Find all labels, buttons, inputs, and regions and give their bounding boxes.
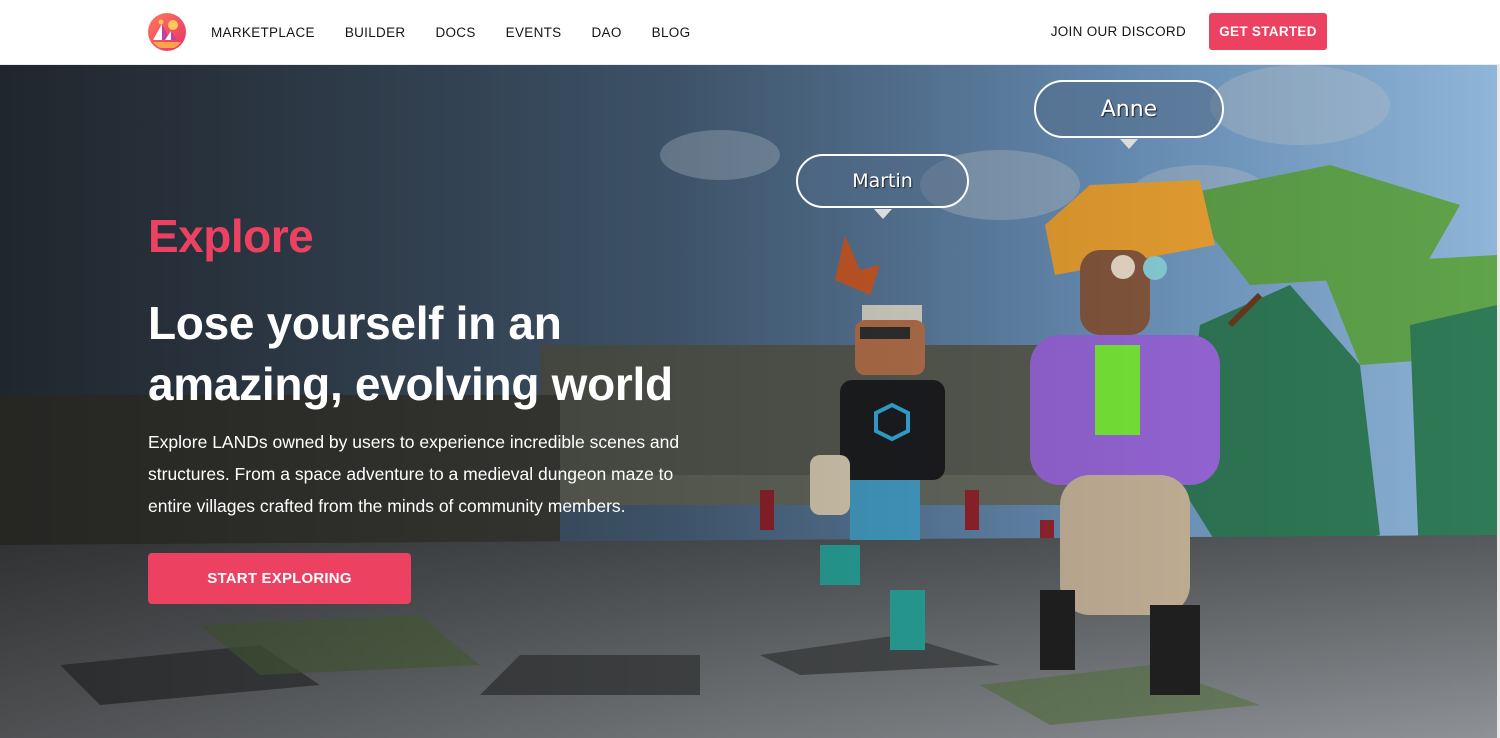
hero-section: Martin Anne Explore Lose yourself in an … xyxy=(0,65,1497,738)
main-nav: MARKETPLACE BUILDER DOCS EVENTS DAO BLOG xyxy=(211,0,720,64)
hero-description: Explore LANDs owned by users to experien… xyxy=(148,432,680,516)
nav-link-events[interactable]: EVENTS xyxy=(506,25,562,40)
start-exploring-button[interactable]: START EXPLORING xyxy=(148,553,411,604)
avatar-name-tag-anne: Anne xyxy=(1034,80,1224,149)
get-started-button[interactable]: GET STARTED xyxy=(1209,12,1327,50)
hero-eyebrow: Explore xyxy=(148,210,314,262)
decentraland-logo-icon[interactable] xyxy=(148,13,186,51)
avatar-name-tag-martin: Martin xyxy=(796,154,969,219)
nav-link-builder[interactable]: BUILDER xyxy=(345,25,406,40)
top-navbar: MARKETPLACE BUILDER DOCS EVENTS DAO BLOG… xyxy=(0,0,1500,65)
nav-actions: JOIN OUR DISCORD GET STARTED xyxy=(1051,12,1327,50)
join-discord-link[interactable]: JOIN OUR DISCORD xyxy=(1051,24,1186,39)
nav-link-dao[interactable]: DAO xyxy=(592,25,622,40)
nav-link-blog[interactable]: BLOG xyxy=(652,25,691,40)
nav-link-docs[interactable]: DOCS xyxy=(435,25,475,40)
nav-link-marketplace[interactable]: MARKETPLACE xyxy=(211,25,315,40)
hero-title: Lose yourself in an amazing, evolving wo… xyxy=(148,297,673,410)
